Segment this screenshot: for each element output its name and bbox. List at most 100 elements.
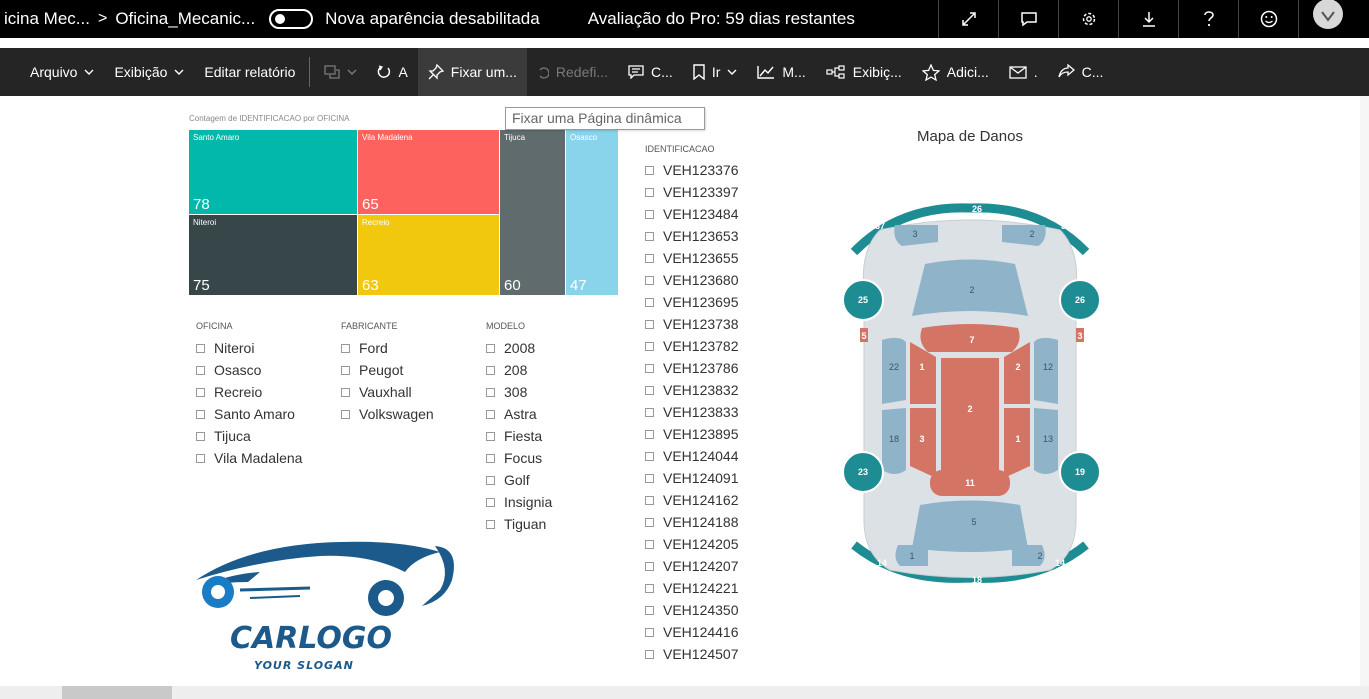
new-look-toggle[interactable] [269, 9, 314, 29]
checkbox[interactable] [196, 431, 205, 441]
checkbox[interactable] [645, 385, 654, 395]
checkbox[interactable] [341, 409, 350, 419]
reset-button[interactable]: Redefi... [527, 48, 618, 96]
smiley-icon[interactable] [1238, 0, 1298, 38]
checkbox[interactable] [645, 253, 654, 263]
slicer-item[interactable]: VEH124416 [645, 621, 739, 643]
checkbox[interactable] [486, 497, 495, 507]
checkbox[interactable] [196, 387, 205, 397]
checkbox[interactable] [486, 365, 495, 375]
checkbox[interactable] [486, 453, 495, 463]
slicer-item[interactable]: 2008 [486, 337, 552, 359]
slicer-item[interactable]: Recreio [196, 381, 302, 403]
treemap-tile-recreio[interactable]: Recreio 63 [358, 215, 499, 295]
slicer-item[interactable]: VEH124188 [645, 511, 739, 533]
treemap-tile-tijuca[interactable]: Tijuca 60 [500, 130, 565, 295]
checkbox[interactable] [645, 231, 654, 241]
slicer-item[interactable]: VEH124350 [645, 599, 739, 621]
slicer-item[interactable]: Ford [341, 337, 434, 359]
comments-button[interactable]: C... [618, 48, 683, 96]
help-icon[interactable] [1178, 0, 1238, 38]
slicer-item[interactable]: VEH124091 [645, 467, 739, 489]
checkbox[interactable] [645, 627, 654, 637]
checkbox[interactable] [486, 387, 495, 397]
checkbox[interactable] [645, 319, 654, 329]
checkbox[interactable] [645, 297, 654, 307]
slicer-item[interactable]: VEH124207 [645, 555, 739, 577]
slicer-item[interactable]: VEH123786 [645, 357, 739, 379]
file-menu[interactable]: Arquivo [0, 48, 104, 96]
pin-button[interactable]: Fixar um... [417, 48, 527, 96]
slicer-item[interactable]: VEH123397 [645, 181, 739, 203]
checkbox[interactable] [341, 387, 350, 397]
breadcrumb-report[interactable]: Oficina_Mecanic... [115, 9, 255, 29]
checkbox[interactable] [645, 605, 654, 615]
slicer-item[interactable]: Volkswagen [341, 403, 434, 425]
checkbox[interactable] [645, 649, 654, 659]
slicer-item[interactable]: VEH123376 [645, 159, 739, 181]
slicer-item[interactable]: VEH123680 [645, 269, 739, 291]
checkbox[interactable] [645, 473, 654, 483]
slicer-item[interactable]: VEH123782 [645, 335, 739, 357]
slicer-item[interactable]: Santo Amaro [196, 403, 302, 425]
checkbox[interactable] [645, 561, 654, 571]
expand-icon[interactable] [938, 0, 998, 38]
checkbox[interactable] [645, 165, 654, 175]
checkbox[interactable] [196, 453, 205, 463]
checkbox[interactable] [645, 517, 654, 527]
slicer-item[interactable]: VEH123695 [645, 291, 739, 313]
slicer-item[interactable]: VEH123738 [645, 313, 739, 335]
slicer-item[interactable]: Niteroi [196, 337, 302, 359]
slicer-item[interactable]: VEH123484 [645, 203, 739, 225]
checkbox[interactable] [486, 431, 495, 441]
slicer-item[interactable]: Tijuca [196, 425, 302, 447]
settings-icon[interactable] [1058, 0, 1118, 38]
slicer-item[interactable]: Vila Madalena [196, 447, 302, 469]
checkbox[interactable] [645, 187, 654, 197]
checkbox[interactable] [645, 451, 654, 461]
drill-button[interactable] [314, 48, 367, 96]
checkbox[interactable] [196, 365, 205, 375]
treemap-tile-santo-amaro[interactable]: Santo Amaro 78 [189, 130, 357, 214]
slicer-item[interactable]: 208 [486, 359, 552, 381]
slicer-item[interactable]: VEH124162 [645, 489, 739, 511]
trial-label[interactable]: Avaliação do Pro: 59 dias restantes [588, 9, 855, 29]
checkbox[interactable] [645, 539, 654, 549]
vertical-scrollbar[interactable] [1360, 96, 1369, 686]
checkbox[interactable] [645, 429, 654, 439]
slicer-item[interactable]: Astra [486, 403, 552, 425]
checkbox[interactable] [645, 275, 654, 285]
treemap-tile-niteroi[interactable]: Niteroi 75 [189, 215, 357, 295]
slicer-item[interactable]: VEH124044 [645, 445, 739, 467]
checkbox[interactable] [486, 409, 495, 419]
checkbox[interactable] [645, 363, 654, 373]
checkbox[interactable] [196, 343, 205, 353]
checkbox[interactable] [486, 475, 495, 485]
checkbox[interactable] [645, 341, 654, 351]
checkbox[interactable] [645, 209, 654, 219]
checkbox[interactable] [486, 519, 495, 529]
checkbox[interactable] [341, 343, 350, 353]
slicer-item[interactable]: Tiguan [486, 513, 552, 535]
checkbox[interactable] [645, 583, 654, 593]
avatar-icon[interactable] [1298, 0, 1348, 38]
slicer-item[interactable]: VEH123895 [645, 423, 739, 445]
lineage-button[interactable]: Exibiç... [816, 48, 912, 96]
slicer-item[interactable]: Golf [486, 469, 552, 491]
horizontal-scrollbar-thumb[interactable] [62, 686, 172, 699]
download-icon[interactable] [1118, 0, 1178, 38]
slicer-item[interactable]: VEH123655 [645, 247, 739, 269]
treemap-tile-osasco[interactable]: Osasco 47 [566, 130, 618, 295]
chat-icon[interactable] [998, 0, 1058, 38]
slicer-item[interactable]: 308 [486, 381, 552, 403]
checkbox[interactable] [645, 495, 654, 505]
checkbox[interactable] [645, 407, 654, 417]
checkbox[interactable] [341, 365, 350, 375]
treemap-tile-vila-madalena[interactable]: Vila Madalena 65 [358, 130, 499, 214]
view-menu[interactable]: Exibição [104, 48, 194, 96]
horizontal-scrollbar[interactable] [0, 686, 1369, 699]
slicer-item[interactable]: VEH124205 [645, 533, 739, 555]
slicer-item[interactable]: VEH123832 [645, 379, 739, 401]
slicer-item[interactable]: VEH124221 [645, 577, 739, 599]
share-button[interactable]: C... [1048, 48, 1114, 96]
